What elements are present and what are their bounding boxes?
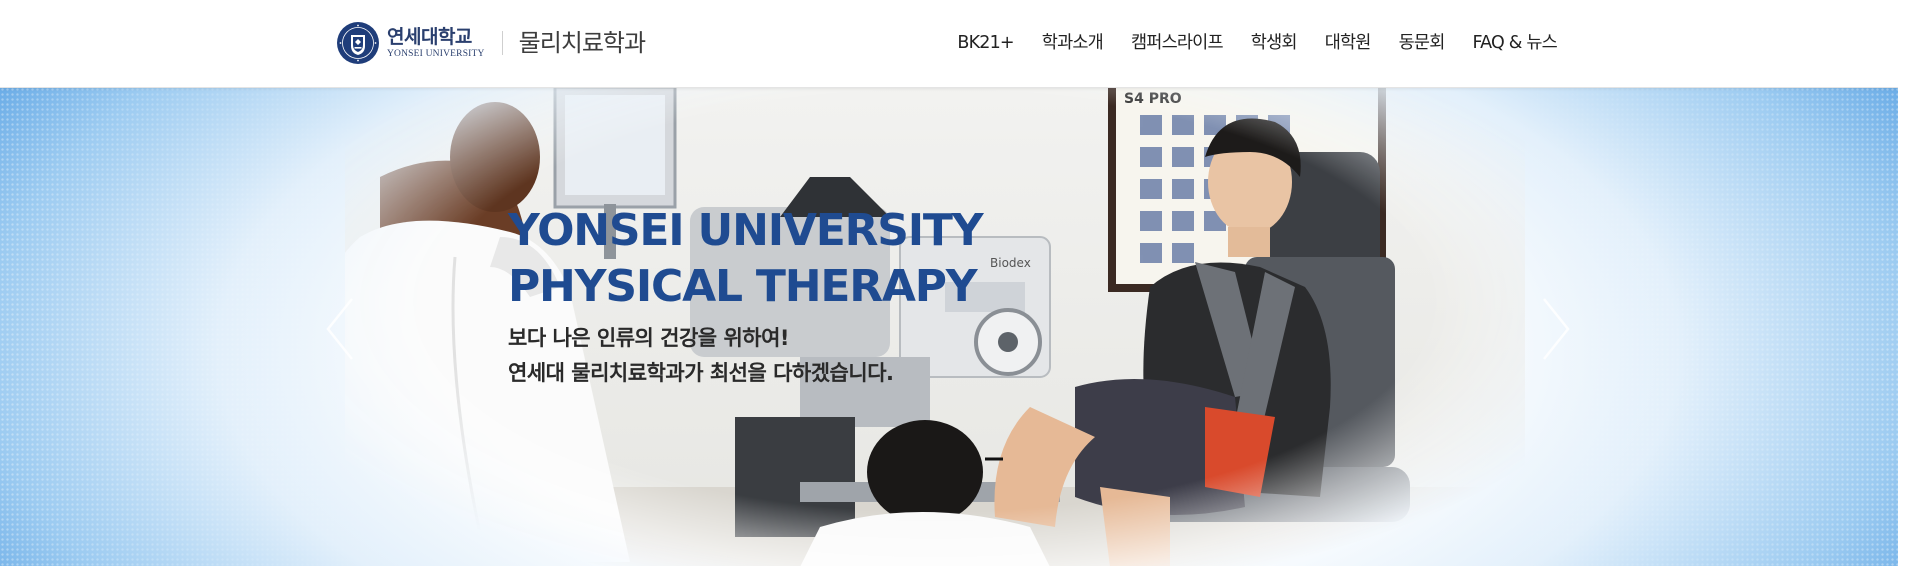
slide-title: YONSEI UNIVERSITY PHYSICAL THERAPY: [508, 203, 984, 315]
slide-subtitle: 보다 나은 인류의 건강을 위하여! 연세대 물리치료학과가 최선을 다하겠습니…: [508, 321, 982, 391]
site-header: 연세대학교 YONSEI UNIVERSITY 물리치료학과 BK21+ 학과소…: [0, 0, 1898, 88]
university-seal-icon: [337, 22, 379, 64]
slide-subtitle-line-2: 연세대 물리치료학과가 최선을 다하겠습니다.: [508, 361, 894, 385]
page: 연세대학교 YONSEI UNIVERSITY 물리치료학과 BK21+ 학과소…: [0, 0, 1909, 566]
chevron-left-icon: [326, 298, 353, 360]
nav-item-student-council[interactable]: 학생회: [1251, 29, 1298, 57]
nav-item-bk21[interactable]: BK21+: [957, 29, 1014, 57]
slide-subtitle-line-1: 보다 나은 인류의 건강을 위하여!: [508, 326, 789, 350]
window-scrollbar[interactable]: [1898, 0, 1909, 566]
nav-item-campus-life[interactable]: 캠퍼스라이프: [1131, 29, 1224, 57]
nav-item-department-intro[interactable]: 학과소개: [1042, 29, 1104, 57]
machine-brand-label: Biodex: [990, 256, 1031, 270]
chevron-right-icon: [1543, 298, 1570, 360]
main-nav: BK21+ 학과소개 캠퍼스라이프 학생회 대학원 동문회 FAQ & 뉴스: [957, 29, 1557, 57]
hero-slider: S4 PRO Biodex YONSEI UNIVERSITY PHYSICAL…: [0, 87, 1898, 566]
university-name-en: YONSEI UNIVERSITY: [387, 49, 485, 59]
department-name: 물리치료학과: [518, 29, 646, 57]
logo-divider: [501, 31, 503, 55]
slider-next-button[interactable]: [1534, 294, 1574, 364]
slide-title-line-1: YONSEI UNIVERSITY: [508, 205, 984, 256]
nav-item-alumni[interactable]: 동문회: [1399, 29, 1446, 57]
university-wordmark: 연세대학교 YONSEI UNIVERSITY: [387, 26, 485, 60]
nav-item-faq-news[interactable]: FAQ & 뉴스: [1473, 29, 1558, 57]
slide-caption: YONSEI UNIVERSITY PHYSICAL THERAPY 보다 나은…: [508, 203, 984, 391]
home-logo-link[interactable]: 연세대학교 YONSEI UNIVERSITY 물리치료학과: [336, 19, 646, 67]
slider-prev-button[interactable]: [322, 294, 362, 364]
nav-item-graduate-school[interactable]: 대학원: [1325, 29, 1372, 57]
slide-title-line-2: PHYSICAL THERAPY: [508, 261, 978, 312]
poster-label: S4 PRO: [1124, 91, 1182, 107]
university-name-ko: 연세대학교: [387, 26, 472, 48]
